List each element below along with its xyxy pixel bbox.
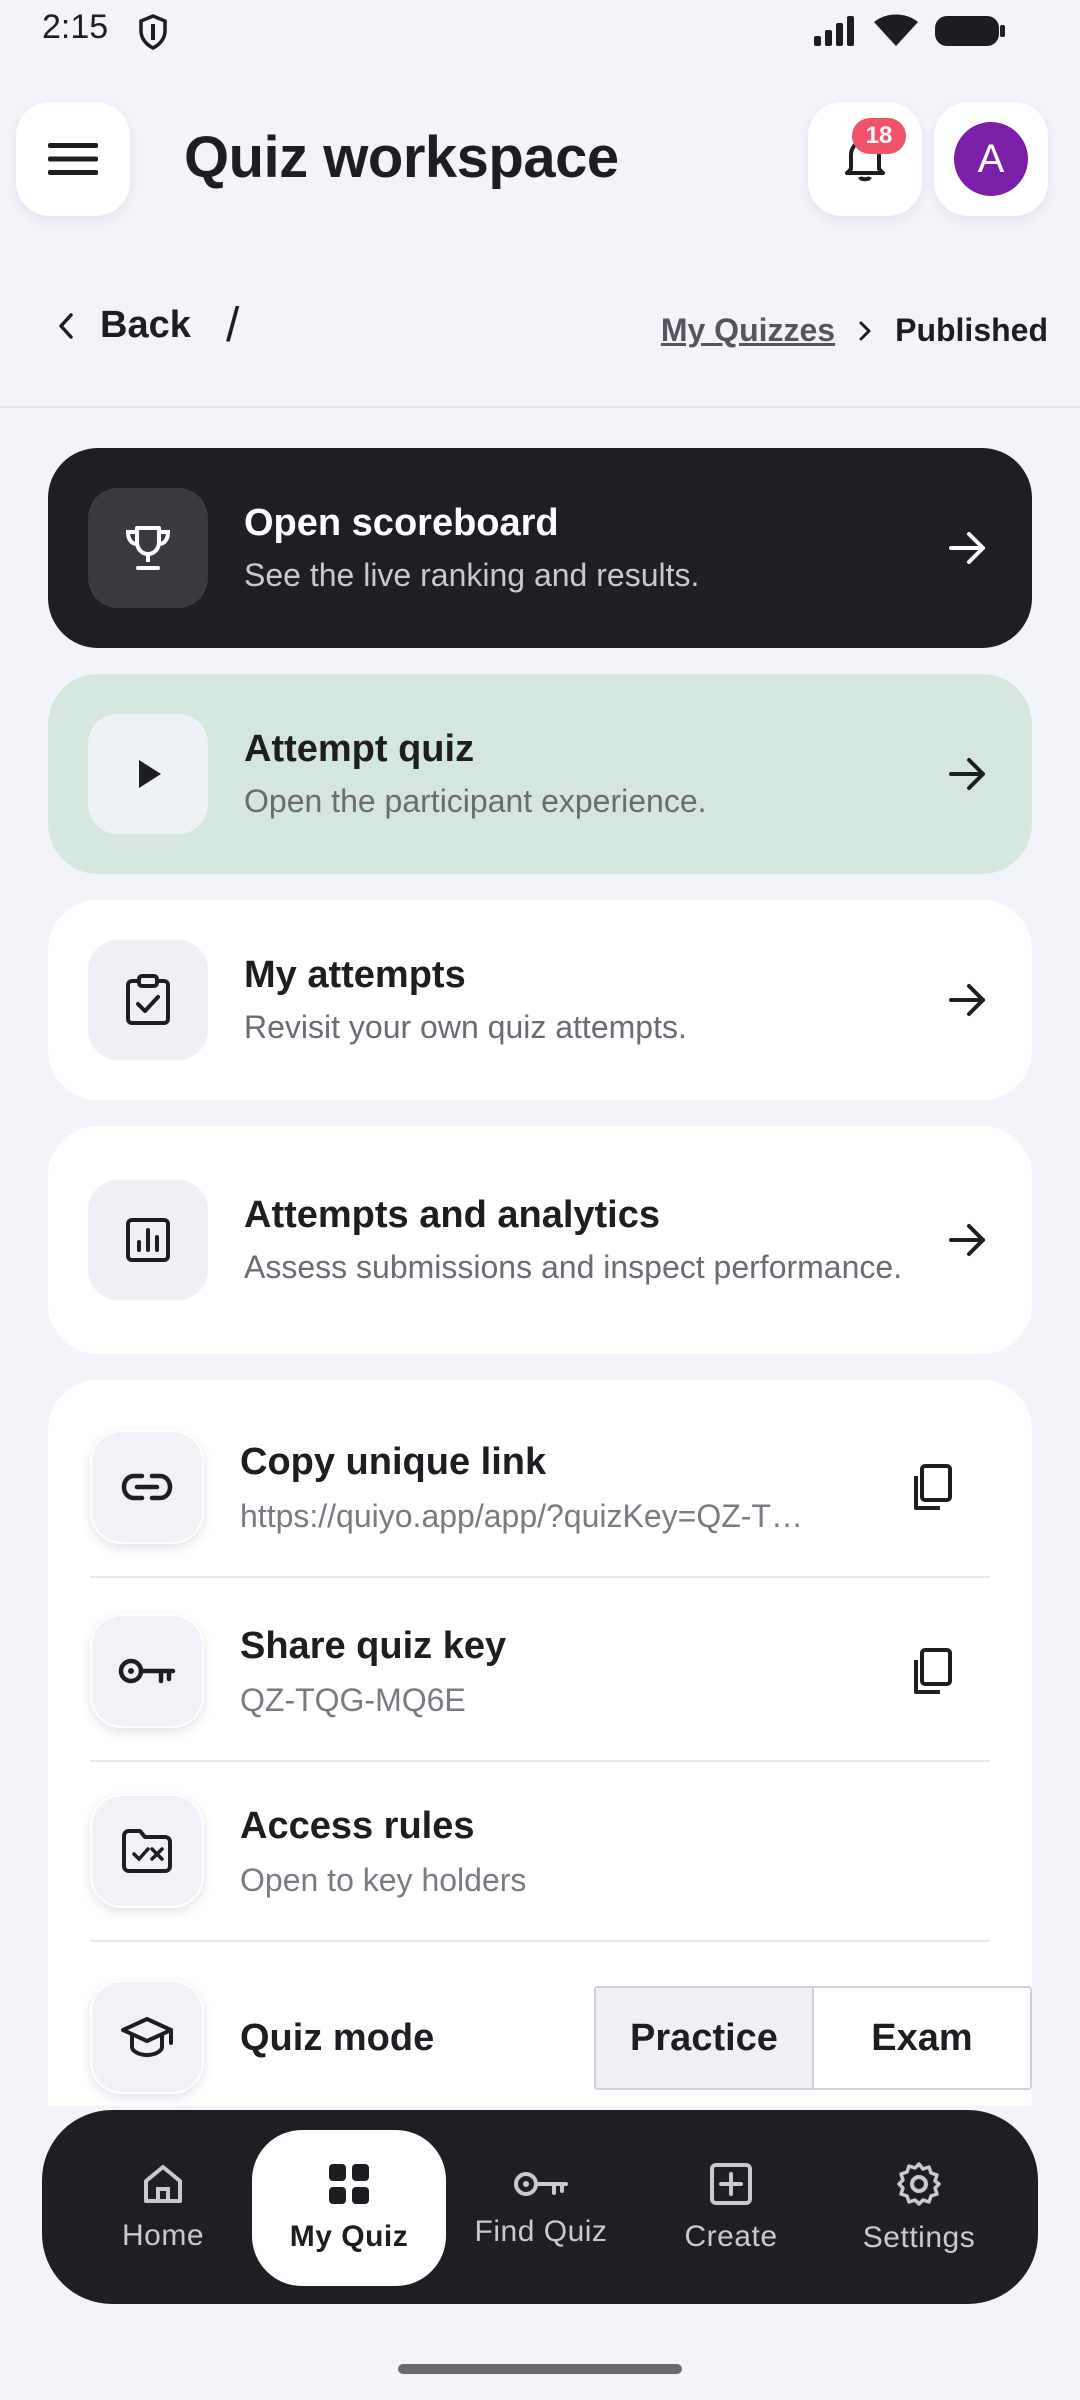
battery-icon [934,14,1006,48]
card-subtitle: Open the participant experience. [244,783,707,819]
arrow-right-icon [948,1222,988,1258]
plus-square-icon [709,2162,753,2206]
arrow-right-icon [948,982,988,1018]
trophy-icon [88,488,208,608]
attempt-quiz-card[interactable]: Attempt quiz Open the participant experi… [48,674,1032,874]
nav-label: Create [684,2220,778,2253]
row-title: Copy unique link [240,1441,547,1483]
quiz-settings-panel: Copy unique link https://quiyo.app/app/?… [48,1380,1032,2140]
quiz-mode-toggle: Practice Exam [594,1986,1032,2090]
shield-icon [138,14,168,50]
breadcrumb-separator: / [226,299,240,352]
key-icon [512,2167,570,2201]
breadcrumb-link-my-quizzes[interactable]: My Quizzes [661,312,835,349]
breadcrumb-trail: My Quizzes Published [661,312,1048,349]
row-divider [90,1940,990,1942]
my-attempts-card[interactable]: My attempts Revisit your own quiz attemp… [48,900,1032,1100]
nav-label: Home [121,2219,205,2252]
nav-label: My Quiz [289,2220,409,2253]
folder-x-icon [90,1794,204,1908]
hamburger-icon [48,141,98,177]
avatar: A [954,122,1028,196]
attempts-analytics-card[interactable]: Attempts and analytics Assess submission… [48,1126,1032,1354]
card-title: My attempts [244,954,466,996]
row-divider [90,1576,990,1578]
gear-icon [896,2161,942,2207]
nav-item-home[interactable]: Home [66,2130,260,2286]
menu-button[interactable] [16,102,130,216]
notification-badge: 18 [852,118,906,154]
card-title: Open scoreboard [244,502,559,544]
nav-item-my-quiz[interactable]: My Quiz [252,2130,446,2286]
home-icon [141,2163,185,2205]
card-subtitle: Assess submissions and inspect performan… [244,1249,903,1285]
bottom-nav: Home My Quiz Find Quiz Create Settings [42,2110,1038,2304]
row-divider [90,1760,990,1762]
avatar-button[interactable]: A [934,102,1048,216]
back-label: Back [100,304,191,346]
card-title: Attempts and analytics [244,1194,660,1236]
row-title: Access rules [240,1805,475,1847]
back-button[interactable]: Back [56,304,191,347]
link-icon [90,1430,204,1544]
row-title: Quiz mode [240,2017,435,2059]
mode-option-exam[interactable]: Exam [814,1988,1030,2088]
nav-label: Settings [862,2221,976,2254]
access-rules-value: Open to key holders [240,1862,527,1898]
chevron-left-icon [56,312,76,340]
grid-icon [327,2162,371,2206]
header-divider [0,406,1080,408]
copy-link-row[interactable]: Copy unique link https://quiyo.app/app/?… [90,1430,990,1546]
card-subtitle: Revisit your own quiz attempts. [244,1009,687,1045]
breadcrumb: Back / My Quizzes Published [0,290,1080,370]
key-icon [90,1614,204,1728]
arrow-right-icon [948,756,988,792]
status-bar: 2:15 [0,0,1080,64]
access-rules-row[interactable]: Access rules Open to key holders [90,1794,990,1910]
bar-chart-icon [88,1180,208,1300]
mode-option-practice[interactable]: Practice [596,1988,814,2088]
quiz-key-value: QZ-TQG-MQ6E [240,1682,466,1718]
nav-item-create[interactable]: Create [634,2130,828,2286]
copy-icon[interactable] [910,1646,954,1698]
quiz-key-row[interactable]: Share quiz key QZ-TQG-MQ6E [90,1614,990,1730]
quiz-mode-row: Quiz mode Practice Exam [90,1976,1032,2100]
clipboard-check-icon [88,940,208,1060]
page-title: Quiz workspace [184,125,619,190]
unique-link-value: https://quiyo.app/app/?quizKey=QZ-T… [240,1498,803,1534]
nav-label: Find Quiz [474,2215,608,2248]
row-title: Share quiz key [240,1625,507,1667]
chevron-right-icon [857,319,873,343]
status-time: 2:15 [42,8,109,46]
play-icon [88,714,208,834]
open-scoreboard-card[interactable]: Open scoreboard See the live ranking and… [48,448,1032,648]
copy-icon[interactable] [910,1462,954,1514]
signal-icon [812,14,858,48]
card-subtitle: See the live ranking and results. [244,557,700,593]
nav-item-settings[interactable]: Settings [822,2130,1016,2286]
breadcrumb-current: Published [895,312,1048,348]
graduation-cap-icon [90,1980,204,2094]
card-title: Attempt quiz [244,728,475,770]
wifi-icon [872,12,920,48]
home-indicator [398,2364,682,2374]
nav-item-find-quiz[interactable]: Find Quiz [444,2130,638,2286]
top-bar: Quiz workspace 18 A [0,100,1080,220]
arrow-right-icon [948,530,988,566]
